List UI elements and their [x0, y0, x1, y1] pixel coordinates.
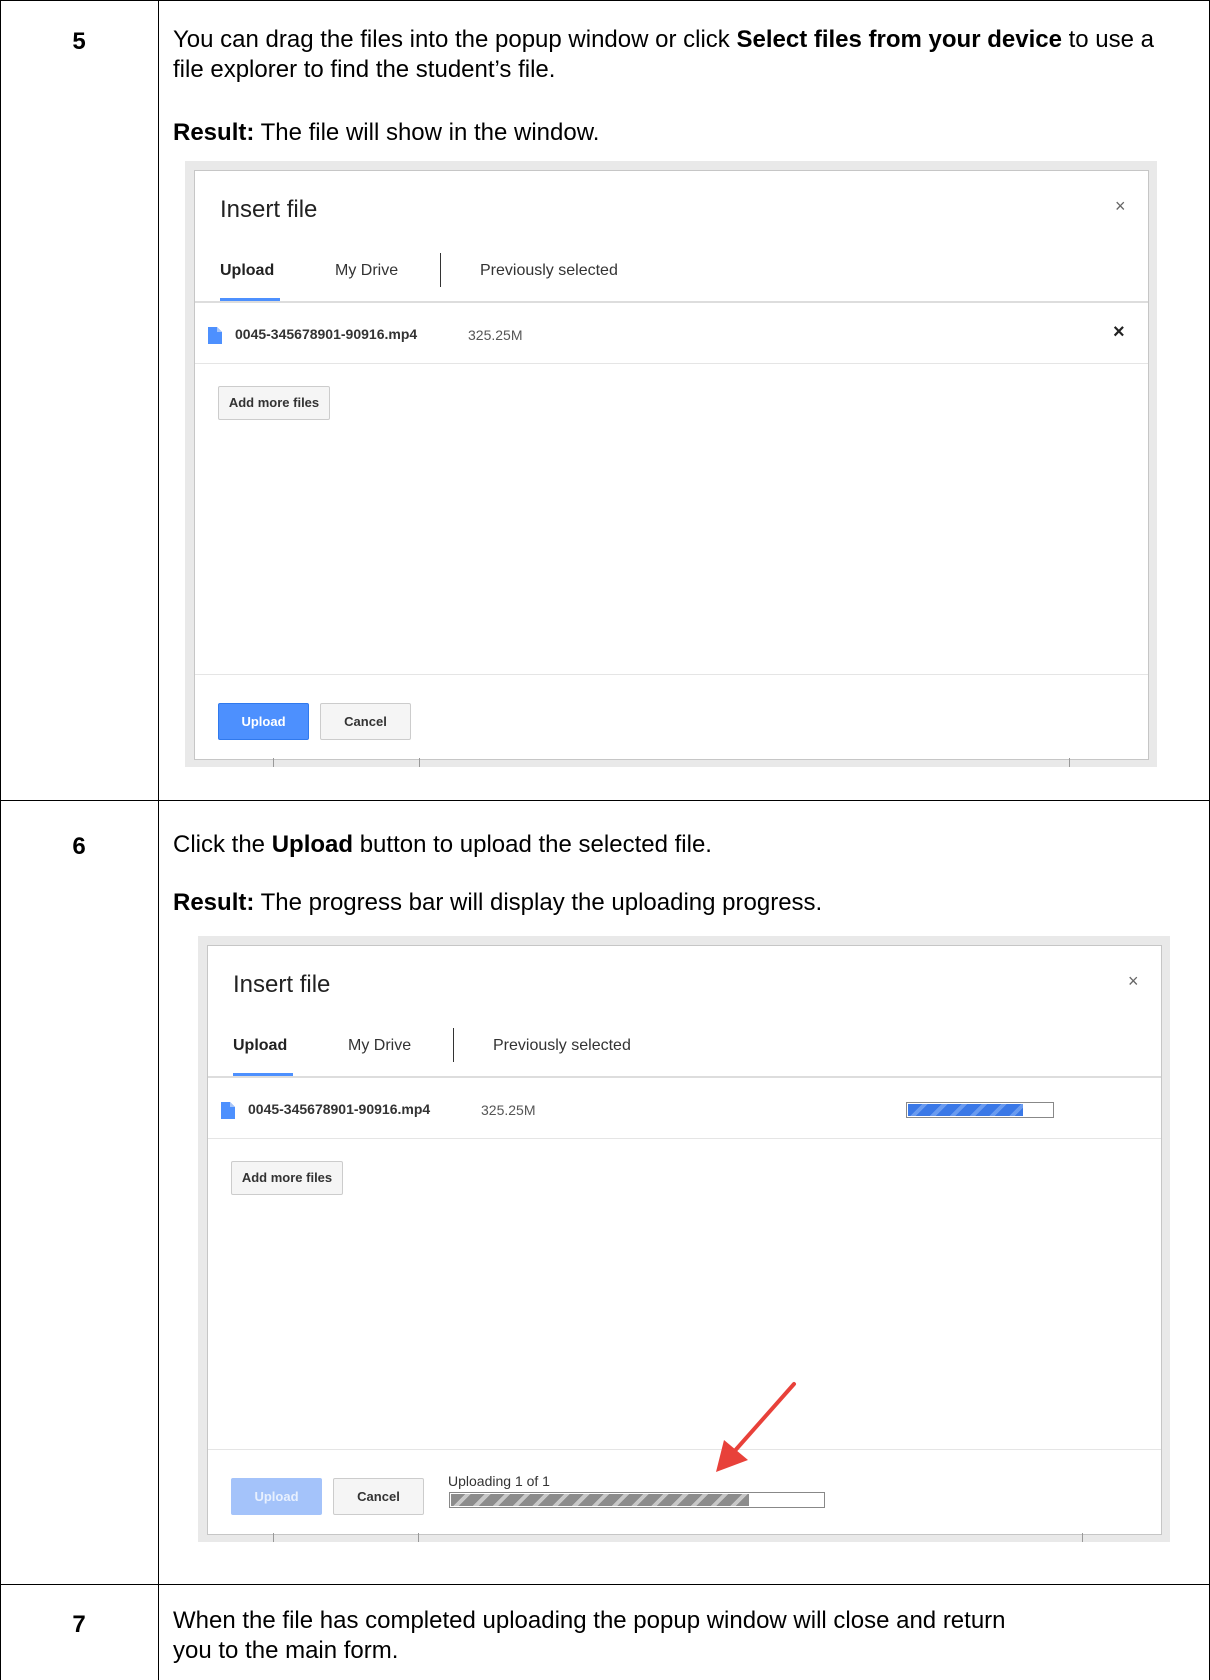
tab-separator — [453, 1028, 454, 1062]
file-row-divider — [208, 1138, 1161, 1139]
tab-previously-selected[interactable]: Previously selected — [480, 262, 618, 280]
tab-separator — [440, 253, 441, 287]
tab-bar-divider — [208, 1076, 1161, 1078]
table-row-divider — [0, 800, 1210, 801]
background-form-edge — [1069, 758, 1070, 767]
file-icon — [208, 327, 222, 344]
dialog-title: Insert file — [220, 196, 318, 223]
cancel-button[interactable]: Cancel — [333, 1478, 424, 1515]
instruction-text: button to upload the selected file. — [353, 831, 712, 858]
overall-progress-bar — [449, 1492, 825, 1508]
step-number: 5 — [72, 28, 86, 55]
upload-button[interactable]: Upload — [218, 703, 309, 740]
table-column-divider — [158, 0, 159, 1680]
tab-bar-divider — [195, 301, 1148, 303]
footer-divider — [195, 674, 1148, 675]
result-label: Result: — [173, 889, 255, 916]
dialog-screenshot-uploading: Insert file × Upload My Drive Previously… — [198, 936, 1170, 1542]
upload-status-text: Uploading 1 of 1 — [448, 1473, 550, 1489]
tab-my-drive[interactable]: My Drive — [335, 262, 398, 280]
cancel-button[interactable]: Cancel — [320, 703, 411, 740]
background-form-edge — [273, 758, 274, 767]
result-label: Result: — [173, 119, 255, 146]
dialog-screenshot-upload-selected: Insert file × Upload My Drive Previously… — [185, 161, 1157, 767]
step-number: 6 — [72, 833, 86, 860]
table-row-divider — [0, 1584, 1210, 1585]
file-progress-fill — [908, 1104, 1023, 1116]
file-row-divider — [195, 363, 1148, 364]
instruction-text: Click the — [173, 831, 272, 858]
upload-button: Upload — [231, 1478, 322, 1515]
footer-divider — [208, 1449, 1161, 1450]
step-result: Result: The file will show in the window… — [173, 118, 1173, 148]
instruction-table: 5 You can drag the files into the popup … — [0, 0, 1210, 1680]
background-form-edge — [1082, 1533, 1083, 1542]
instruction-text: You can drag the files into the popup wi… — [173, 26, 737, 53]
file-size: 325.25M — [481, 1102, 536, 1118]
table-border-top — [0, 0, 1210, 1]
add-more-files-button[interactable]: Add more files — [231, 1161, 343, 1195]
add-more-files-button[interactable]: Add more files — [218, 386, 330, 420]
insert-file-dialog: Insert file × Upload My Drive Previously… — [207, 945, 1162, 1535]
tab-upload[interactable]: Upload — [220, 262, 274, 280]
step-number: 7 — [72, 1611, 86, 1638]
step-result: Result: The progress bar will display th… — [173, 888, 1173, 918]
step-instruction: Click the Upload button to upload the se… — [173, 830, 1173, 860]
background-form-edge — [418, 1533, 419, 1542]
close-icon[interactable]: × — [1128, 971, 1139, 992]
tab-my-drive[interactable]: My Drive — [348, 1037, 411, 1055]
result-text: The file will show in the window. — [254, 119, 600, 146]
instruction-text: When the file has completed uploading th… — [173, 1607, 1006, 1634]
step-instruction: You can drag the files into the popup wi… — [173, 25, 1173, 85]
result-text: The progress bar will display the upload… — [254, 889, 823, 916]
file-icon — [221, 1102, 235, 1119]
file-name: 0045-345678901-90916.mp4 — [235, 326, 418, 342]
file-size: 325.25M — [468, 327, 523, 343]
background-form-edge — [419, 758, 420, 767]
red-arrow-annotation — [716, 1382, 796, 1472]
tab-previously-selected[interactable]: Previously selected — [493, 1037, 631, 1055]
file-progress-bar — [906, 1102, 1054, 1118]
step-instruction: When the file has completed uploading th… — [173, 1606, 1173, 1666]
tab-upload[interactable]: Upload — [233, 1037, 287, 1055]
remove-file-icon[interactable]: × — [1113, 321, 1125, 344]
file-name: 0045-345678901-90916.mp4 — [248, 1101, 431, 1117]
instruction-emphasis: Upload — [271, 831, 354, 858]
dialog-title: Insert file — [233, 971, 331, 998]
close-icon[interactable]: × — [1115, 196, 1126, 217]
overall-progress-fill — [451, 1494, 749, 1506]
instruction-emphasis: Select files from your device — [736, 26, 1062, 53]
background-form-edge — [273, 1533, 274, 1542]
insert-file-dialog: Insert file × Upload My Drive Previously… — [194, 170, 1149, 760]
instruction-text: you to the main form. — [173, 1637, 399, 1664]
